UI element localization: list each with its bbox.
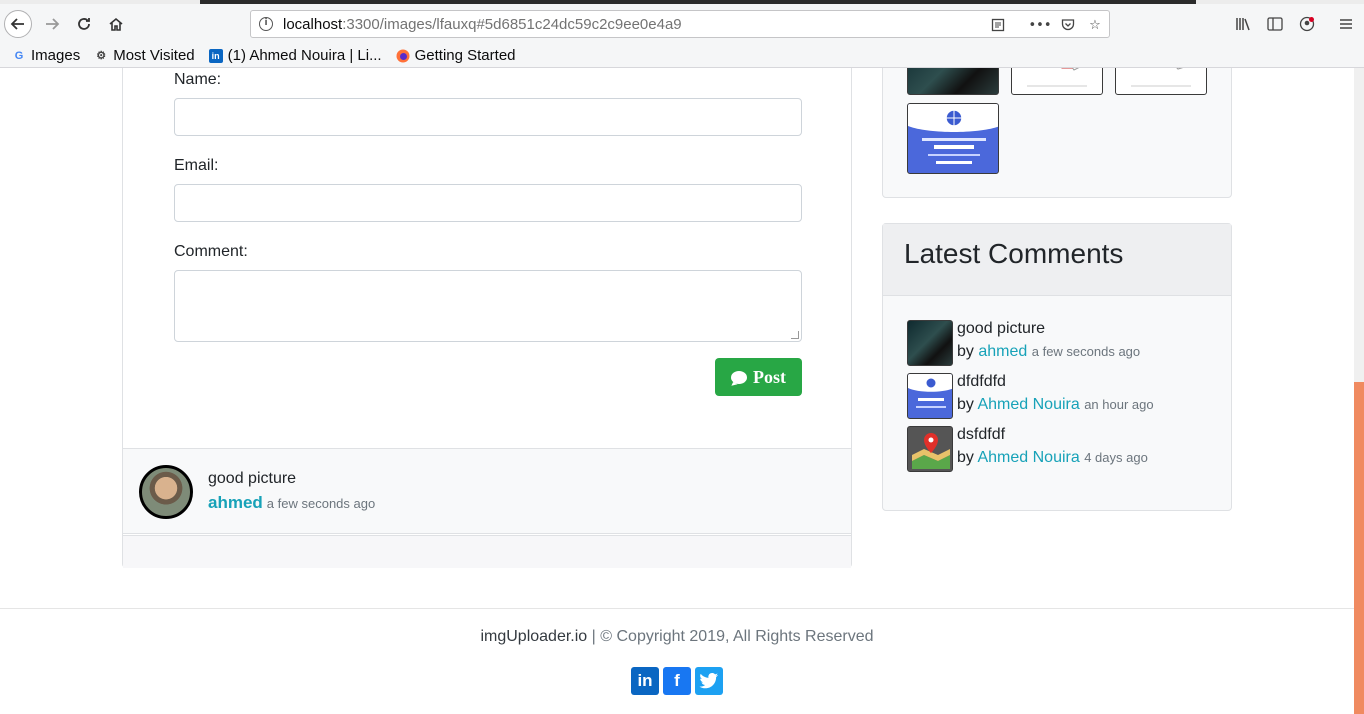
resize-handle[interactable] — [791, 331, 799, 339]
social-links: in f — [631, 667, 723, 695]
hamburger-menu-icon[interactable] — [1336, 14, 1356, 34]
bookmark-label: (1) Ahmed Nouira | Li... — [227, 47, 382, 64]
latest-comment-byline: by Ahmed Nouira 4 days ago — [957, 449, 1148, 467]
name-input[interactable] — [174, 98, 802, 136]
bookmark-label: Images — [31, 47, 81, 64]
url-host: localhost — [283, 16, 343, 33]
comment-image-thumbnail[interactable] — [907, 320, 953, 366]
comment-label: Comment: — [174, 243, 248, 260]
comment-card-footer — [123, 535, 851, 568]
comment-item: good picture ahmed a few seconds ago — [123, 448, 851, 534]
bookmark-linkedin[interactable]: in (1) Ahmed Nouira | Li... — [208, 47, 382, 64]
page-viewport: Name: Email: Comment: Post good picture … — [0, 68, 1354, 714]
twitter-icon[interactable] — [695, 667, 723, 695]
by-word: by — [957, 343, 974, 360]
bookmark-star-icon[interactable]: ☆ — [1086, 16, 1104, 34]
reload-button[interactable] — [70, 10, 98, 38]
latest-comment-item: good picture by ahmed a few seconds ago — [907, 320, 1217, 366]
latest-comments-card: Latest Comments good picture by ahmed a … — [882, 223, 1232, 511]
back-button[interactable] — [4, 10, 32, 38]
latest-comments-header: Latest Comments — [883, 224, 1231, 296]
avatar — [139, 465, 193, 519]
latest-comment-author[interactable]: Ahmed Nouira — [977, 396, 1079, 413]
pocket-icon[interactable] — [1059, 16, 1077, 34]
library-icon[interactable] — [1233, 14, 1253, 34]
forward-arrow-icon — [46, 18, 60, 30]
site-info-icon[interactable]: i — [259, 17, 273, 31]
footer-brand: imgUploader.io — [480, 628, 588, 645]
comment-text: good picture — [208, 470, 297, 487]
footer-copyright-text: | © Copyright 2019, All Rights Reserved — [587, 628, 874, 645]
name-label: Name: — [174, 71, 222, 88]
latest-comment-author[interactable]: ahmed — [978, 343, 1027, 360]
latest-comment-time: a few seconds ago — [1031, 344, 1141, 359]
latest-comment-text: dsfdfdf — [957, 426, 1006, 443]
latest-comments-title: Latest Comments — [904, 238, 1124, 269]
latest-comment-item: dfdfdfd by Ahmed Nouira an hour ago — [907, 373, 1217, 419]
post-button-label: Post — [753, 366, 786, 387]
page-scrollbar-thumb[interactable] — [1354, 382, 1364, 714]
home-button[interactable] — [102, 10, 130, 38]
email-input[interactable] — [174, 184, 802, 222]
linkedin-icon: in — [208, 48, 223, 63]
latest-comment-item: dsfdfdf by Ahmed Nouira 4 days ago — [907, 426, 1217, 472]
comment-image-thumbnail[interactable] — [907, 373, 953, 419]
popular-images-card — [882, 68, 1232, 198]
gear-icon: ⚙ — [96, 50, 107, 62]
sidebar-toggle-icon[interactable] — [1265, 14, 1285, 34]
bookmark-images[interactable]: G Images — [12, 47, 80, 64]
comment-author-link[interactable]: ahmed — [208, 493, 263, 512]
bookmarks-toolbar: G Images ⚙ Most Visited in (1) Ahmed Nou… — [0, 44, 1364, 68]
back-arrow-icon — [10, 18, 24, 30]
reader-view-icon[interactable] — [989, 16, 1007, 34]
latest-comment-text: good picture — [957, 320, 1046, 337]
footer-divider — [0, 608, 1354, 609]
comment-time: a few seconds ago — [266, 496, 376, 511]
comment-textarea[interactable] — [174, 270, 802, 342]
comment-bubble-icon — [731, 370, 747, 384]
browser-toolbar: i localhost:3300/images/lfauxq#5d6851c24… — [0, 4, 1364, 44]
latest-comment-byline: by ahmed a few seconds ago — [957, 343, 1140, 361]
account-icon[interactable] — [1297, 14, 1317, 34]
url-text: localhost:3300/images/lfauxq#5d6851c24dc… — [283, 16, 682, 33]
comment-form-card: Name: Email: Comment: Post good picture … — [122, 68, 852, 568]
latest-comment-text: dfdfdfd — [957, 373, 1006, 390]
image-thumbnail[interactable] — [1011, 68, 1103, 95]
image-thumbnail[interactable] — [907, 68, 999, 95]
bookmark-label: Most Visited — [113, 47, 195, 64]
bookmark-getting-started[interactable]: Getting Started — [396, 47, 516, 64]
image-thumbnail[interactable] — [907, 103, 999, 174]
address-bar[interactable]: i localhost:3300/images/lfauxq#5d6851c24… — [250, 10, 1110, 38]
reload-icon — [78, 18, 90, 30]
image-thumbnail[interactable] — [1115, 68, 1207, 95]
by-word: by — [957, 396, 974, 413]
facebook-icon[interactable]: f — [663, 667, 691, 695]
latest-comment-time: 4 days ago — [1084, 450, 1148, 465]
comment-author-line: ahmed a few seconds ago — [208, 493, 375, 513]
bookmark-most-visited[interactable]: ⚙ Most Visited — [94, 47, 194, 64]
post-button[interactable]: Post — [715, 358, 802, 396]
latest-comment-byline: by Ahmed Nouira an hour ago — [957, 396, 1154, 414]
latest-comment-time: an hour ago — [1084, 397, 1154, 412]
google-icon: G — [14, 49, 24, 62]
comment-image-thumbnail[interactable] — [907, 426, 953, 472]
by-word: by — [957, 449, 974, 466]
linkedin-icon[interactable]: in — [631, 667, 659, 695]
email-label: Email: — [174, 157, 219, 174]
home-icon — [109, 17, 123, 31]
forward-button[interactable] — [38, 10, 66, 38]
bookmark-label: Getting Started — [414, 47, 516, 64]
url-path: :3300/images/lfauxq#5d6851c24dc59c2c9ee0… — [342, 16, 682, 33]
latest-comment-author[interactable]: Ahmed Nouira — [977, 449, 1079, 466]
firefox-icon — [396, 49, 410, 63]
page-actions-icon[interactable]: ••• — [1029, 16, 1052, 34]
footer-copyright: imgUploader.io | © Copyright 2019, All R… — [0, 628, 1354, 646]
